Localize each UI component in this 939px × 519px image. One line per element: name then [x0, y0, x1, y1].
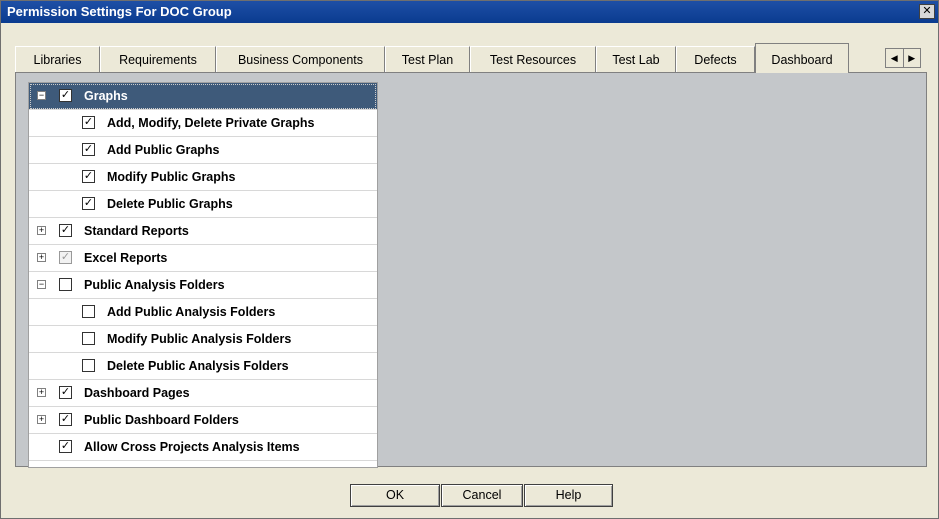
tab-test-plan[interactable]: Test Plan	[385, 46, 470, 72]
checkbox-allow-cross-projects-analysis-items[interactable]: ✓	[59, 440, 72, 453]
tree-row-delete-public-analysis-folders[interactable]: Delete Public Analysis Folders	[29, 353, 377, 380]
tab-defects[interactable]: Defects	[676, 46, 755, 72]
tree-row-label: Public Analysis Folders	[84, 278, 225, 292]
title-bar: Permission Settings For DOC Group ✕	[1, 1, 938, 23]
tree-row-label: Allow Cross Projects Analysis Items	[84, 440, 300, 454]
tree-row-add-public-graphs[interactable]: ✓ Add Public Graphs	[29, 137, 377, 164]
close-icon[interactable]: ✕	[919, 4, 935, 19]
checkbox-add-public-graphs[interactable]: ✓	[82, 143, 95, 156]
tree-row-allow-cross-projects-analysis-items[interactable]: ✓ Allow Cross Projects Analysis Items	[29, 434, 377, 461]
tree-row-label: Add Public Analysis Folders	[107, 305, 276, 319]
permissions-tree: − ✓ Graphs ✓ Add, Modify, Delete Private…	[28, 82, 378, 468]
checkbox-delete-public-graphs[interactable]: ✓	[82, 197, 95, 210]
tab-test-resources[interactable]: Test Resources	[470, 46, 596, 72]
collapse-icon[interactable]: −	[37, 91, 46, 100]
tree-row-add-public-analysis-folders[interactable]: Add Public Analysis Folders	[29, 299, 377, 326]
tree-row-label: Excel Reports	[84, 251, 168, 265]
tree-row-modify-public-analysis-folders[interactable]: Modify Public Analysis Folders	[29, 326, 377, 353]
checkbox-public-analysis-folders[interactable]	[59, 278, 72, 291]
tab-requirements[interactable]: Requirements	[100, 46, 216, 72]
tree-row-label: Public Dashboard Folders	[84, 413, 239, 427]
checkbox-delete-public-analysis-folders[interactable]	[82, 359, 95, 372]
tree-row-label: Graphs	[84, 89, 128, 103]
tree-row-delete-public-graphs[interactable]: ✓ Delete Public Graphs	[29, 191, 377, 218]
dialog-title: Permission Settings For DOC Group	[7, 4, 232, 19]
tree-row-dashboard-pages[interactable]: + ✓ Dashboard Pages	[29, 380, 377, 407]
tree-row-label: Standard Reports	[84, 224, 189, 238]
checkbox-modify-public-graphs[interactable]: ✓	[82, 170, 95, 183]
collapse-icon[interactable]: −	[37, 280, 46, 289]
scroll-left-icon[interactable]: ◀	[886, 49, 904, 67]
tab-libraries[interactable]: Libraries	[15, 46, 100, 72]
tree-row-label: Dashboard Pages	[84, 386, 190, 400]
tree-row-excel-reports[interactable]: + ✓ Excel Reports	[29, 245, 377, 272]
checkbox-add-modify-delete-private-graphs[interactable]: ✓	[82, 116, 95, 129]
expand-icon[interactable]: +	[37, 415, 46, 424]
help-button[interactable]: Help	[524, 484, 613, 507]
expand-icon[interactable]: +	[37, 388, 46, 397]
ok-button[interactable]: OK	[350, 484, 440, 507]
tree-row-add-modify-delete-private-graphs[interactable]: ✓ Add, Modify, Delete Private Graphs	[29, 110, 377, 137]
tree-row-label: Modify Public Analysis Folders	[107, 332, 292, 346]
scroll-right-icon[interactable]: ▶	[904, 49, 921, 67]
tree-row-standard-reports[interactable]: + ✓ Standard Reports	[29, 218, 377, 245]
checkbox-add-public-analysis-folders[interactable]	[82, 305, 95, 318]
tree-row-label: Modify Public Graphs	[107, 170, 236, 184]
checkbox-graphs[interactable]: ✓	[59, 89, 72, 102]
tree-row-public-dashboard-folders[interactable]: + ✓ Public Dashboard Folders	[29, 407, 377, 434]
tab-scroll-arrows: ◀ ▶	[885, 48, 921, 68]
checkbox-excel-reports[interactable]: ✓	[59, 251, 72, 264]
checkbox-standard-reports[interactable]: ✓	[59, 224, 72, 237]
tab-strip: Libraries Requirements Business Componen…	[15, 43, 927, 73]
checkbox-modify-public-analysis-folders[interactable]	[82, 332, 95, 345]
tree-row-public-analysis-folders[interactable]: − Public Analysis Folders	[29, 272, 377, 299]
checkbox-public-dashboard-folders[interactable]: ✓	[59, 413, 72, 426]
tab-test-lab[interactable]: Test Lab	[596, 46, 676, 72]
tree-row-label: Add, Modify, Delete Private Graphs	[107, 116, 315, 130]
tree-row-graphs[interactable]: − ✓ Graphs	[29, 83, 377, 110]
tree-row-modify-public-graphs[interactable]: ✓ Modify Public Graphs	[29, 164, 377, 191]
tree-row-label: Add Public Graphs	[107, 143, 220, 157]
expand-icon[interactable]: +	[37, 226, 46, 235]
tab-business-components[interactable]: Business Components	[216, 46, 385, 72]
expand-icon[interactable]: +	[37, 253, 46, 262]
tree-row-label: Delete Public Graphs	[107, 197, 233, 211]
permission-settings-dialog: Permission Settings For DOC Group ✕ Libr…	[0, 0, 939, 519]
tab-dashboard[interactable]: Dashboard	[755, 43, 849, 73]
tree-row-label: Delete Public Analysis Folders	[107, 359, 289, 373]
checkbox-dashboard-pages[interactable]: ✓	[59, 386, 72, 399]
cancel-button[interactable]: Cancel	[441, 484, 523, 507]
